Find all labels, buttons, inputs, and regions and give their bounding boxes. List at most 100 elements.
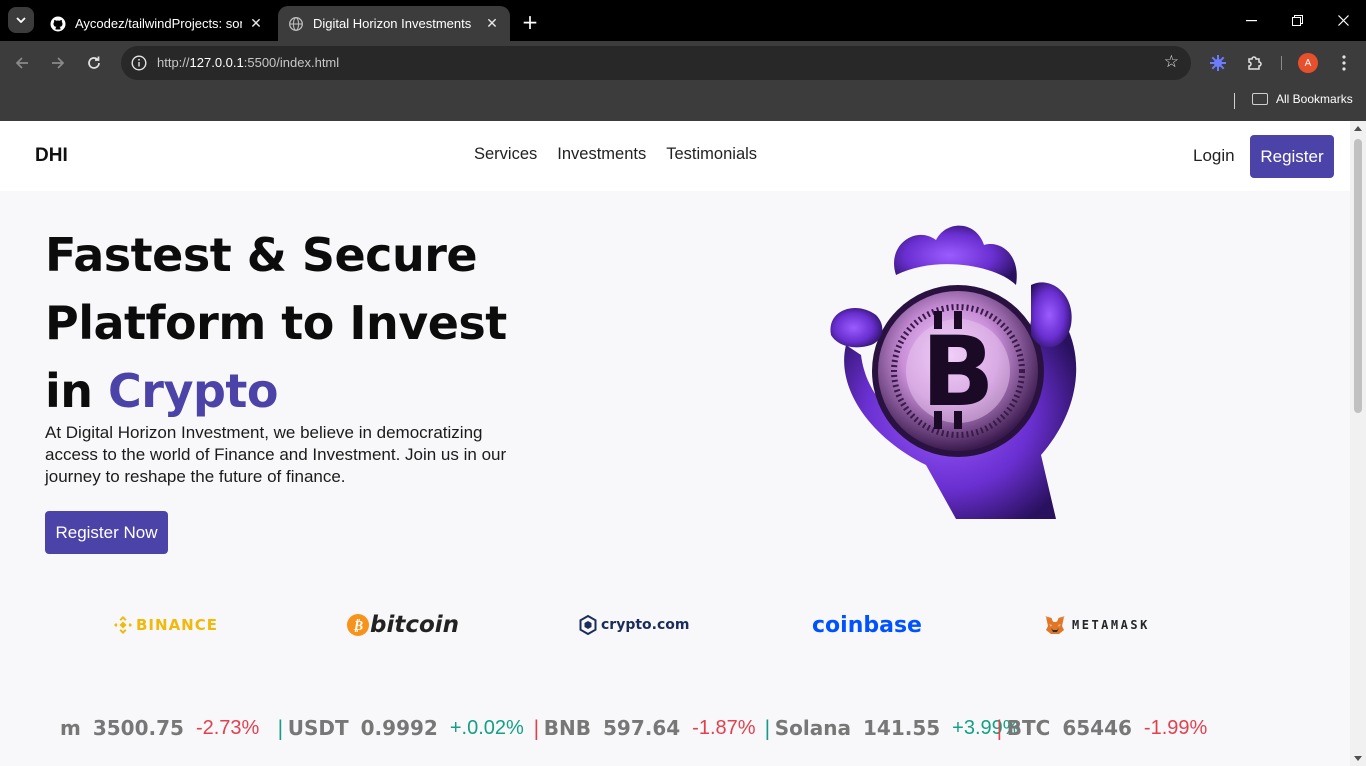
tab-search-button[interactable] xyxy=(8,7,34,33)
headline-line-2: Platform to Invest xyxy=(45,296,507,350)
hand-holding-bitcoin-image: B xyxy=(826,215,1082,519)
headline-line-3: in Crypto xyxy=(45,357,507,425)
bitcoin-wordmark: bitcoin xyxy=(370,612,460,638)
binance-wordmark: BINANCE xyxy=(136,616,218,634)
nav-link-services[interactable]: Services xyxy=(474,145,537,164)
back-button[interactable] xyxy=(9,50,35,76)
ticker-price: 0.9992 xyxy=(360,716,438,740)
url-path: :5500/index.html xyxy=(243,55,340,70)
minimize-button[interactable] xyxy=(1228,0,1274,41)
page-scrollbar[interactable] xyxy=(1350,121,1366,766)
arrow-right-icon xyxy=(52,57,65,69)
tab-title: Aycodez/tailwindProjects: some xyxy=(75,16,242,31)
binance-logo: BINANCE xyxy=(114,607,218,643)
scroll-up-arrow-icon[interactable] xyxy=(1354,126,1362,131)
ticker-price: 65446 xyxy=(1062,716,1132,740)
ticker-item: | BTC 65446 -1.99% xyxy=(996,713,1207,743)
ticker-symbol: BNB xyxy=(543,716,591,740)
headline-prefix: in xyxy=(45,364,109,418)
nav-link-testimonials[interactable]: Testimonials xyxy=(666,145,757,164)
browser-toolbar: http://127.0.0.1:5500/index.html ☆ xyxy=(0,41,1366,85)
globe-icon xyxy=(288,16,304,32)
nav-link-investments[interactable]: Investments xyxy=(557,145,646,164)
minimize-icon xyxy=(1245,19,1257,21)
github-icon xyxy=(50,16,66,32)
tab-github[interactable]: Aycodez/tailwindProjects: some ✕ xyxy=(40,6,274,41)
crypto-com-wordmark: crypto.com xyxy=(601,617,690,633)
address-bar[interactable]: http://127.0.0.1:5500/index.html ☆ xyxy=(121,46,1191,80)
hero-headline: Fastest & Secure Platform to Invest in C… xyxy=(45,221,507,425)
extensions-icon[interactable] xyxy=(1243,51,1267,75)
metamask-fox-icon xyxy=(1045,616,1065,634)
ticker-separator: | xyxy=(277,716,284,740)
all-bookmarks-label: All Bookmarks xyxy=(1276,92,1353,106)
close-icon[interactable]: ✕ xyxy=(248,16,264,32)
bitcoin-coin-icon: ₿ xyxy=(347,614,369,636)
ticker-separator: | xyxy=(996,716,1003,740)
all-bookmarks-button[interactable]: All Bookmarks xyxy=(1252,92,1353,106)
price-ticker: m 3500.75 -2.73% | USDT 0.9992 +.0.02% |… xyxy=(0,713,1350,745)
site-logo[interactable]: DHI xyxy=(35,145,68,167)
reload-button[interactable] xyxy=(81,50,107,76)
register-button[interactable]: Register xyxy=(1250,135,1334,178)
bookmark-star-icon[interactable]: ☆ xyxy=(1164,52,1179,72)
ticker-change: -2.73% xyxy=(195,716,260,739)
tab-title: Digital Horizon Investments xyxy=(313,16,472,31)
toolbar-divider xyxy=(1281,56,1282,70)
crypto-com-hexagon-icon xyxy=(579,615,597,635)
forward-button[interactable] xyxy=(45,50,71,76)
restore-icon xyxy=(1291,15,1303,26)
more-menu-icon[interactable] xyxy=(1332,51,1356,75)
metamask-logo: METAMASK xyxy=(1044,607,1150,643)
scroll-down-arrow-icon[interactable] xyxy=(1354,756,1362,761)
bitcoin-logo: ₿ bitcoin xyxy=(347,607,459,643)
main-nav: Services Investments Testimonials xyxy=(474,145,757,164)
tab-digital-horizon[interactable]: Digital Horizon Investments ✕ xyxy=(278,6,510,41)
chevron-down-icon xyxy=(16,17,26,23)
ticker-change: -1.87% xyxy=(692,716,756,739)
page-viewport: DHI Services Investments Testimonials Lo… xyxy=(0,121,1350,766)
ticker-symbol: m xyxy=(60,716,81,740)
ticker-price: 597.64 xyxy=(602,716,681,740)
tab-strip: Aycodez/tailwindProjects: some ✕ Digital… xyxy=(0,0,1366,41)
ticker-symbol: BTC xyxy=(1006,716,1051,740)
ticker-separator: | xyxy=(764,716,771,740)
url-scheme: http:// xyxy=(157,55,190,70)
site-info-icon[interactable] xyxy=(129,53,149,73)
ticker-change: +.0.02% xyxy=(449,716,524,739)
register-now-button[interactable]: Register Now xyxy=(45,511,168,554)
scrollbar-thumb[interactable] xyxy=(1354,139,1362,413)
ticker-symbol: USDT xyxy=(287,716,349,740)
folder-icon xyxy=(1252,93,1268,105)
close-window-button[interactable] xyxy=(1320,0,1366,41)
url-host: 127.0.0.1 xyxy=(189,55,244,70)
binance-diamond-icon xyxy=(114,616,132,634)
bookmarks-bar: All Bookmarks xyxy=(0,85,1366,121)
ticker-item: m 3500.75 -2.73% xyxy=(60,713,259,743)
hero-intro: At Digital Horizon Investment, we believ… xyxy=(45,423,507,486)
ticker-item: | USDT 0.9992 +.0.02% xyxy=(277,713,524,743)
arrow-left-icon xyxy=(15,57,28,69)
close-icon[interactable]: ✕ xyxy=(484,16,500,32)
headline-line-1: Fastest & Secure xyxy=(45,228,478,282)
new-tab-button[interactable]: + xyxy=(518,10,542,34)
crypto-com-logo: crypto.com xyxy=(579,607,689,643)
extension-puzzle-blue-icon[interactable] xyxy=(1206,51,1230,75)
bookmarks-divider xyxy=(1234,93,1235,109)
ticker-symbol: Solana xyxy=(774,716,851,740)
url-text[interactable]: http://127.0.0.1:5500/index.html xyxy=(157,55,339,70)
coinbase-logo: coinbase xyxy=(812,607,922,643)
restore-button[interactable] xyxy=(1274,0,1320,41)
reload-icon xyxy=(88,56,100,69)
ticker-item: | Solana 141.55 +3.99% xyxy=(764,713,1021,743)
profile-avatar[interactable]: A xyxy=(1298,53,1318,73)
svg-text:₿: ₿ xyxy=(353,618,363,634)
coinbase-wordmark: coinbase xyxy=(812,612,922,638)
ticker-price: 141.55 xyxy=(862,716,941,740)
headline-accent-word: Crypto xyxy=(108,364,278,418)
login-link[interactable]: Login xyxy=(1193,146,1235,166)
ticker-price: 3500.75 xyxy=(92,716,184,740)
ticker-change: -1.99% xyxy=(1143,716,1208,739)
metamask-wordmark: METAMASK xyxy=(1072,618,1150,632)
partner-logos: BINANCE ₿ bitcoin crypto.com coinbase ME… xyxy=(0,607,1350,643)
